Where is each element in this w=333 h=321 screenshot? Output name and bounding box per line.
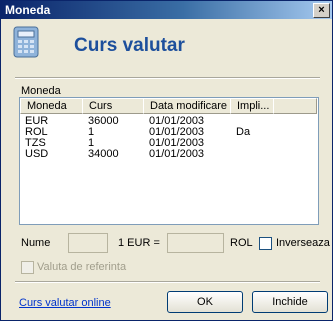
cell-moneda: USD — [25, 148, 49, 160]
column-header-moneda[interactable]: Moneda — [20, 98, 83, 114]
cell-curs: 34000 — [88, 148, 119, 160]
cell-data: 01/01/2003 — [149, 148, 205, 160]
calculator-icon — [13, 26, 39, 58]
rol-label: ROL — [230, 237, 253, 249]
column-header-curs[interactable]: Curs — [82, 98, 144, 114]
list-body: EUR 36000 01/01/2003 ROL 1 01/01/2003 Da… — [20, 116, 318, 160]
close-icon[interactable]: × — [313, 3, 330, 18]
moneda-dialog: Moneda × Curs valutar Moneda Moneda Curs… — [0, 0, 333, 321]
ok-button[interactable]: OK — [167, 291, 243, 313]
rate-field[interactable] — [167, 233, 224, 253]
list-header: Moneda Curs Data modificare Impli... — [20, 98, 318, 114]
currency-list[interactable]: Moneda Curs Data modificare Impli... EUR… — [19, 97, 319, 225]
online-rates-link[interactable]: Curs valutar online — [19, 297, 111, 309]
divider — [15, 77, 320, 79]
group-label: Moneda — [21, 85, 61, 97]
inverseaza-checkbox[interactable] — [259, 237, 272, 250]
referinta-checkbox[interactable] — [21, 261, 34, 274]
eur-label: 1 EUR = — [118, 237, 160, 249]
inverseaza-label[interactable]: Inverseaza — [276, 237, 330, 249]
table-row[interactable]: USD 34000 01/01/2003 — [20, 149, 318, 160]
title-bar[interactable]: Moneda × — [1, 1, 332, 19]
column-header-implicit[interactable]: Impli... — [230, 98, 274, 114]
page-title: Curs valutar — [74, 35, 185, 56]
referinta-label: Valuta de referinta — [37, 261, 127, 273]
nume-label: Nume — [21, 237, 51, 249]
header-banner: Curs valutar — [1, 20, 332, 73]
close-button[interactable]: Inchide — [252, 291, 328, 313]
nume-field[interactable] — [68, 233, 108, 253]
window-title: Moneda — [5, 3, 51, 17]
column-header-data-modificare[interactable]: Data modificare — [143, 98, 231, 114]
cell-implicit: Da — [236, 126, 251, 138]
divider — [15, 281, 320, 283]
column-header-empty — [273, 98, 317, 114]
